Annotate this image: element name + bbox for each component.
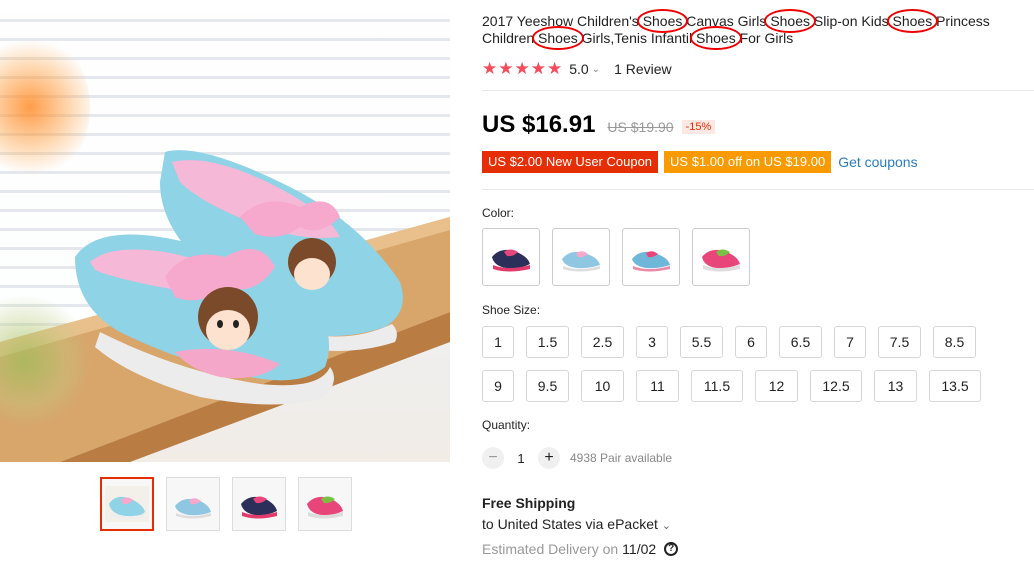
color-option-blue-pink[interactable] <box>622 228 680 286</box>
size-option-9-5[interactable]: 9.5 <box>526 370 569 402</box>
size-option-3[interactable]: 3 <box>636 326 668 358</box>
discount-badge: -15% <box>681 120 716 134</box>
title-keyword-highlight: Shoes <box>538 30 578 46</box>
size-options-row-2: 9 9.5 10 11 11.5 12 12.5 13 13.5 <box>482 370 1002 402</box>
shoe-color-icon <box>632 251 670 272</box>
size-option-13-5[interactable]: 13.5 <box>929 370 981 402</box>
thumbnail-strip <box>100 477 352 531</box>
size-option-13[interactable]: 13 <box>874 370 917 402</box>
quantity-value[interactable]: 1 <box>504 451 538 466</box>
current-price: US $16.91 <box>482 111 596 138</box>
color-options <box>482 228 750 286</box>
size-option-7-5[interactable]: 7.5 <box>878 326 921 358</box>
color-option-light-blue[interactable] <box>552 228 610 286</box>
shipping-destination-text[interactable]: to United States via ePacket <box>482 516 658 532</box>
shoe-thumbnail-icon <box>171 486 215 522</box>
quantity-stepper: − 1 + 4938 Pair available <box>482 447 672 469</box>
shipping-title: Free Shipping <box>482 495 576 511</box>
main-product-image[interactable] <box>0 12 450 462</box>
delivery-date: 11/02 <box>622 541 657 557</box>
new-user-coupon[interactable]: US $2.00 New User Coupon <box>482 151 659 173</box>
title-text: Girls,Tenis Infantil <box>577 30 696 46</box>
divider <box>482 90 1034 91</box>
thumbnail-3[interactable] <box>232 477 286 531</box>
size-option-12-5[interactable]: 12.5 <box>810 370 862 402</box>
size-option-6-5[interactable]: 6.5 <box>779 326 822 358</box>
estimated-delivery: Estimated Delivery on 11/02 ? <box>482 541 679 557</box>
chevron-down-icon[interactable]: ⌄ <box>592 64 600 75</box>
size-option-10[interactable]: 10 <box>581 370 624 402</box>
delivery-label: Estimated Delivery on <box>482 541 619 557</box>
quantity-label: Quantity: <box>482 418 531 432</box>
help-icon[interactable]: ? <box>664 542 679 556</box>
title-text: Slip-on Kids <box>810 13 893 29</box>
shoe-thumbnail-icon <box>237 486 281 522</box>
price-row: US $16.91 US $19.90 -15% <box>482 111 716 139</box>
size-option-5-5[interactable]: 5.5 <box>680 326 723 358</box>
title-keyword-highlight: Shoes <box>642 13 683 29</box>
review-count-link[interactable]: 1 Review <box>614 61 672 77</box>
size-option-9[interactable]: 9 <box>482 370 514 402</box>
quantity-increase-button[interactable]: + <box>538 447 560 469</box>
size-option-8-5[interactable]: 8.5 <box>933 326 976 358</box>
store-coupon[interactable]: US $1.00 off on US $19.00 <box>664 151 832 173</box>
title-keyword-highlight: Shoes <box>696 30 736 46</box>
rating-row: ★★★★★ 5.0 ⌄ 1 Review <box>482 59 672 79</box>
title-keyword-highlight: Shoes <box>770 13 811 29</box>
rating-score[interactable]: 5.0 <box>569 61 588 77</box>
size-option-2-5[interactable]: 2.5 <box>581 326 624 358</box>
divider <box>482 189 1034 190</box>
shoe-thumbnail-icon <box>303 486 347 522</box>
size-option-11-5[interactable]: 11.5 <box>691 370 743 402</box>
color-label: Color: <box>482 206 515 220</box>
shoe-thumbnail-icon <box>105 486 149 522</box>
thumbnail-1[interactable] <box>100 477 154 531</box>
size-option-7[interactable]: 7 <box>834 326 866 358</box>
star-rating-icon: ★★★★★ <box>482 59 564 78</box>
product-title: 2017 Yeeshow Children's Shoes Canvas Gir… <box>482 13 1034 47</box>
shoe-color-icon <box>562 251 600 272</box>
size-option-11[interactable]: 11 <box>636 370 679 402</box>
shoe-color-icon <box>492 249 530 272</box>
size-options-row-1: 1 1.5 2.5 3 5.5 6 6.5 7 7.5 8.5 <box>482 326 1002 358</box>
available-stock: 4938 Pair available <box>570 451 673 465</box>
get-coupons-link[interactable]: Get coupons <box>838 154 917 170</box>
original-price: US $19.90 <box>607 119 674 135</box>
shoe-size-label: Shoe Size: <box>482 303 541 317</box>
chevron-down-icon[interactable]: ⌄ <box>662 520 671 532</box>
size-option-1-5[interactable]: 1.5 <box>526 326 569 358</box>
size-option-1[interactable]: 1 <box>482 326 514 358</box>
title-keyword-highlight: Shoes <box>892 13 933 29</box>
thumbnail-4[interactable] <box>298 477 352 531</box>
quantity-decrease-button[interactable]: − <box>482 447 504 469</box>
color-option-pink-green[interactable] <box>692 228 750 286</box>
size-option-12[interactable]: 12 <box>755 370 798 402</box>
coupons-row: US $2.00 New User Coupon US $1.00 off on… <box>482 151 918 173</box>
thumbnail-2[interactable] <box>166 477 220 531</box>
shoe-color-icon <box>702 249 740 272</box>
shipping-destination[interactable]: to United States via ePacket ⌄ <box>482 516 671 532</box>
color-option-navy-pink[interactable] <box>482 228 540 286</box>
size-option-6[interactable]: 6 <box>735 326 767 358</box>
